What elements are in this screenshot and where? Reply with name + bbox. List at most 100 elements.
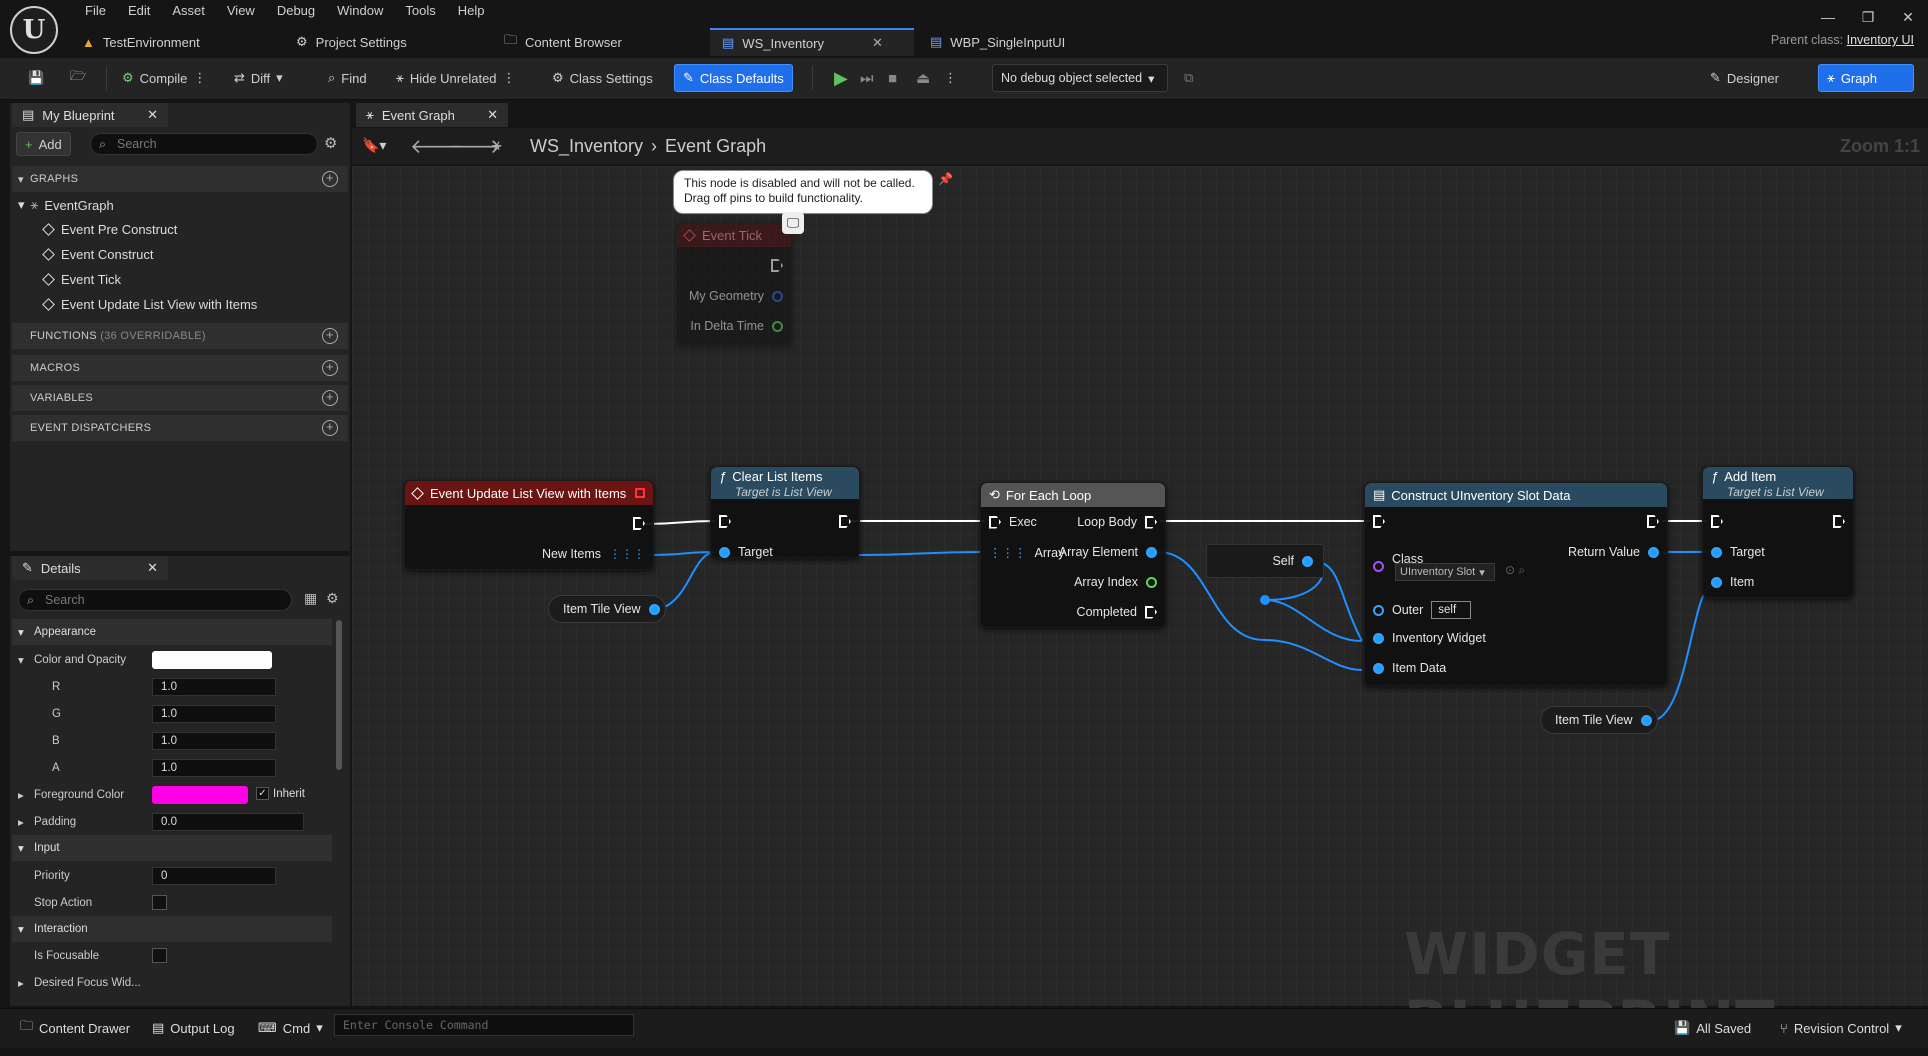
pin-item[interactable]: Item [1711,575,1754,589]
tab-wbp-singleinputui[interactable]: ▤ WBP_SingleInputUI [918,28,1077,56]
pin-inventory-widget[interactable]: Inventory Widget [1373,631,1486,645]
add-graph-icon[interactable]: + [322,171,338,187]
object-pin-icon[interactable] [648,603,660,615]
hide-unrelated-button[interactable]: ⚹ Hide Unrelated ⋮ [388,64,524,92]
section-graphs[interactable]: ▾ GRAPHS + [12,166,348,192]
parent-class-link[interactable]: Inventory UI [1847,33,1914,47]
outer-input[interactable]: self [1431,601,1472,619]
exec-in-pin[interactable] [1373,515,1385,528]
node-item-tile-view-2[interactable]: Item Tile View [1540,706,1658,734]
exec-in-pin[interactable]: Exec [989,515,1037,529]
close-tab-icon[interactable]: ✕ [147,560,158,576]
stop-action-checkbox[interactable] [152,895,167,910]
details-section-interaction[interactable]: ▾ Interaction [12,916,332,942]
breadcrumb-root[interactable]: WS_Inventory [530,136,643,157]
r-input[interactable]: 1.0 [152,678,276,696]
section-variables[interactable]: VARIABLES + [12,385,348,411]
exec-in-pin[interactable] [719,515,731,528]
details-section-input[interactable]: ▾ Input [12,835,332,861]
node-item-tile-view-1[interactable]: Item Tile View [548,595,666,623]
section-macros[interactable]: MACROS + [12,355,348,381]
event-construct-item[interactable]: Event Construct [42,247,154,262]
details-tab[interactable]: ✎ Details ✕ [12,556,168,580]
stop-icon[interactable]: ■ [880,64,905,92]
find-button[interactable]: ⌕ Find [320,64,375,92]
is-focusable-checkbox[interactable] [152,948,167,963]
exec-out-pin[interactable] [1647,515,1659,528]
menu-edit[interactable]: Edit [117,0,161,22]
exec-out-pin[interactable] [1833,515,1845,528]
b-input[interactable]: 1.0 [152,732,276,750]
unreal-logo-icon[interactable]: U [10,6,58,54]
use-selected-icon[interactable]: ⊙ ⌕ [1505,563,1525,578]
menu-window[interactable]: Window [326,0,394,22]
node-event-tick[interactable]: Event Tick My Geometry In Delta Time [676,222,792,346]
reroute-node[interactable] [1260,595,1270,605]
event-update-list-item[interactable]: Event Update List View with Items [42,297,257,312]
menu-view[interactable]: View [216,0,266,22]
priority-input[interactable]: 0 [152,867,276,885]
more-icon[interactable]: ⋮ [193,70,206,86]
class-defaults-button[interactable]: ✎ Class Defaults [674,64,793,92]
more-icon[interactable]: ⋮ [936,64,965,92]
pin-outer[interactable]: Outer self [1373,601,1472,619]
my-blueprint-tab[interactable]: ▤ My Blueprint ✕ [12,103,168,127]
bookmark-icon[interactable]: 🔖▾ [362,137,386,154]
exec-out-pin[interactable] [633,517,645,530]
node-for-each-loop[interactable]: ⟲ For Each Loop Exec ⋮⋮⋮ Array Loop Body A… [980,482,1166,628]
cmd-button[interactable]: ⌨ Cmd ▾ [258,1016,323,1040]
menu-tools[interactable]: Tools [394,0,446,22]
event-pre-construct-item[interactable]: Event Pre Construct [42,222,177,237]
exec-out-pin[interactable] [839,515,851,528]
settings-gear-icon[interactable]: ⚙ [324,134,337,152]
menu-asset[interactable]: Asset [161,0,216,22]
pin-target[interactable]: Target [719,545,773,559]
tab-testenvironment[interactable]: ▲ TestEnvironment [70,28,212,56]
pin-icon[interactable]: 📌 [938,172,953,186]
padding-input[interactable]: 0.0 [152,813,304,831]
add-macro-icon[interactable]: + [322,360,338,376]
step-icon[interactable]: ⏭ [852,64,882,92]
all-saved-button[interactable]: 💾 All Saved [1674,1016,1751,1040]
class-settings-button[interactable]: ⚙ Class Settings [544,64,661,92]
output-log-button[interactable]: ▤ Output Log [152,1016,235,1040]
pin-in-delta-time[interactable]: In Delta Time [690,319,783,333]
node-construct-slot-data[interactable]: ▤ Construct UInventory Slot Data Class UI… [1364,482,1668,686]
pin-array[interactable]: ⋮⋮⋮ Array [989,545,1064,561]
exec-out-pin[interactable] [771,259,783,272]
diff-button[interactable]: ⇄ Diff ▾ [226,64,291,92]
pin-array-element[interactable]: Array Element [1059,545,1157,559]
add-button[interactable]: + Add [16,132,71,156]
tab-content-browser[interactable]: 🗀 Content Browser [492,28,634,56]
tab-ws-inventory[interactable]: ▤ WS_Inventory ✕ [710,28,914,56]
pin-item-data[interactable]: Item Data [1373,661,1446,675]
table-view-icon[interactable]: ▦ [304,590,317,607]
class-select[interactable]: UInventory Slot ▾ [1395,563,1495,581]
inherit-checkbox[interactable]: ✓ Inherit [256,787,305,800]
event-graph-tab[interactable]: ⚹ Event Graph ✕ [356,103,508,127]
more-icon[interactable]: ⋮ [503,70,516,86]
details-section-appearance[interactable]: ▾ Appearance [12,619,332,645]
close-tab-icon[interactable]: ✕ [872,35,883,51]
close-tab-icon[interactable]: ✕ [487,107,498,123]
add-variable-icon[interactable]: + [322,390,338,406]
compile-button[interactable]: ⚙ Compile ⋮ [114,64,214,92]
g-input[interactable]: 1.0 [152,705,276,723]
object-pin-icon[interactable] [1640,714,1652,726]
close-tab-icon[interactable]: ✕ [147,107,158,123]
designer-button[interactable]: ✎ Designer [1702,64,1787,92]
console-input[interactable]: Enter Console Command [334,1014,634,1036]
details-search-input[interactable]: ⌕ Search [18,589,292,611]
delegate-pin-icon[interactable] [635,488,645,498]
debug-browse-icon[interactable]: ⧉ [1176,64,1201,92]
section-functions[interactable]: FUNCTIONS (36 OVERRIDABLE) + [12,323,348,349]
add-dispatcher-icon[interactable]: + [322,420,338,436]
pin-return-value[interactable]: Return Value [1568,545,1659,559]
exec-in-pin[interactable] [1711,515,1723,528]
node-add-item[interactable]: ƒ Add Item Target is List View Target Ite… [1702,466,1854,598]
settings-gear-icon[interactable]: ⚙ [326,590,339,607]
a-input[interactable]: 1.0 [152,759,276,777]
eject-icon[interactable]: ⏏ [908,64,938,92]
menu-debug[interactable]: Debug [266,0,326,22]
save-icon[interactable]: 💾 [20,64,52,92]
